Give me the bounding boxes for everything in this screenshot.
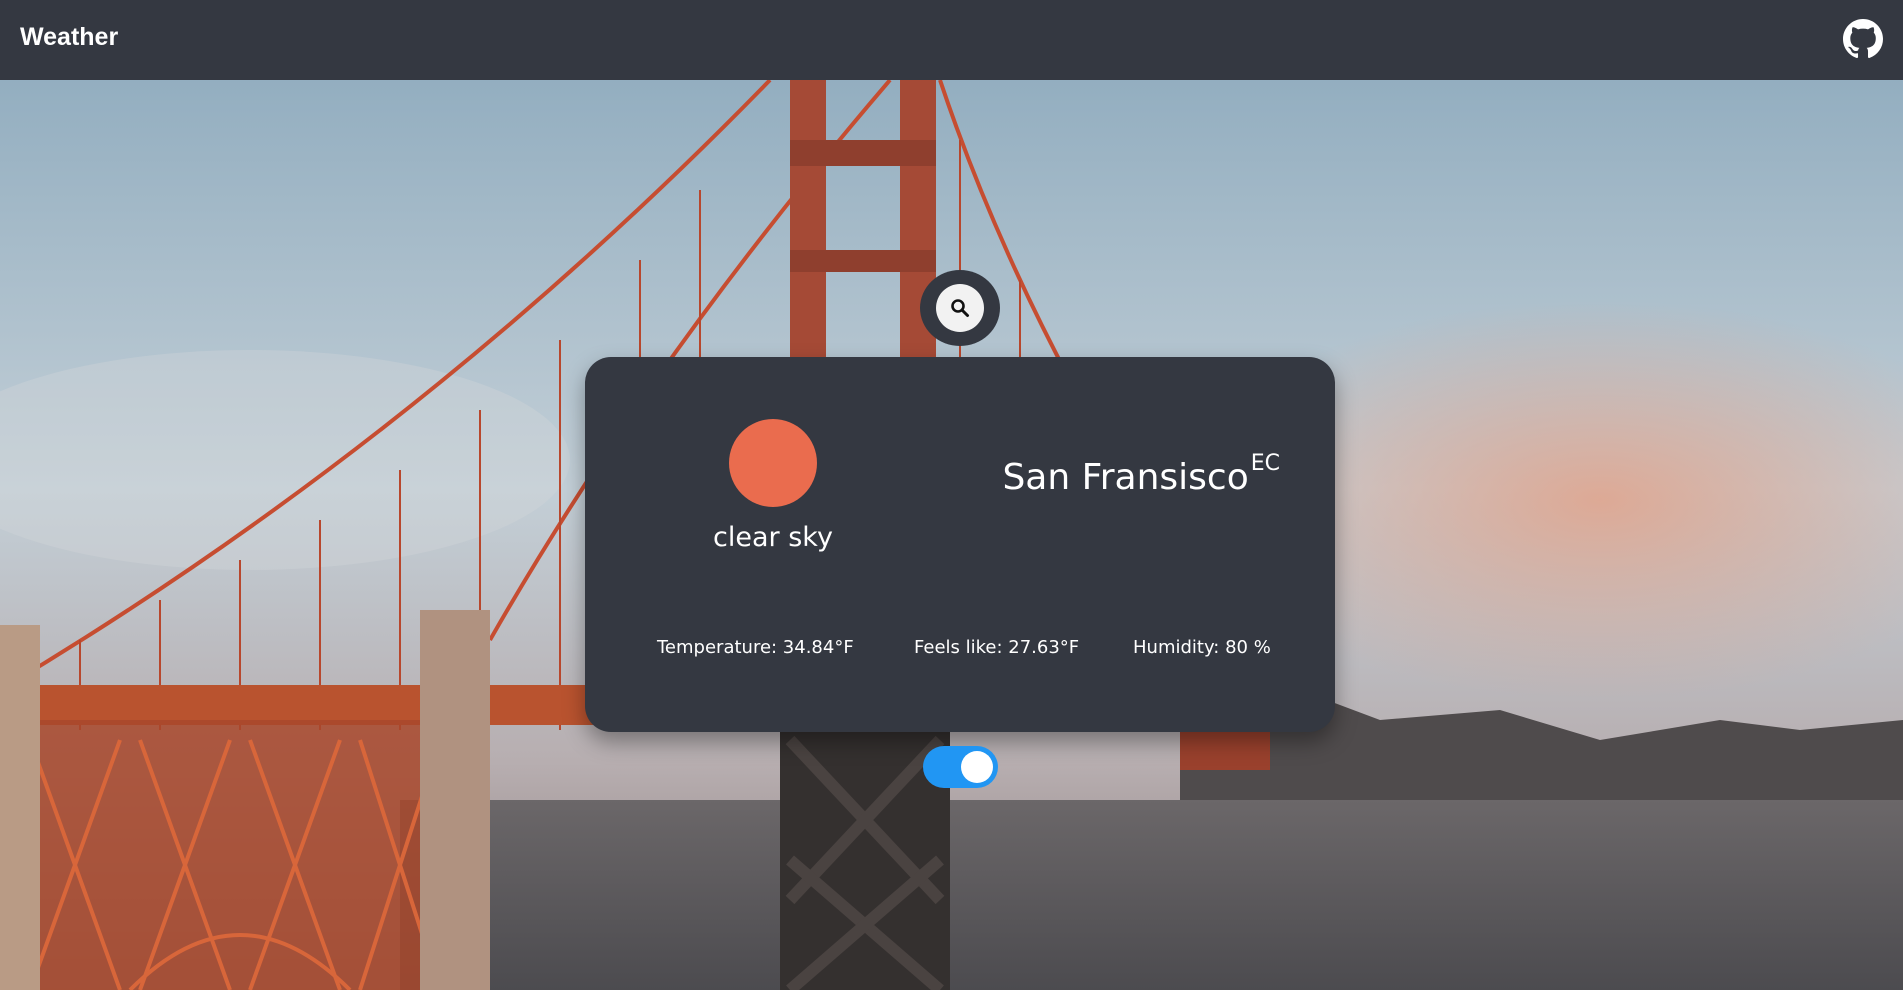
weather-card: clear sky San FransiscoEC Temperature: 3… bbox=[585, 357, 1335, 732]
search-icon bbox=[951, 299, 969, 317]
brand-title[interactable]: Weather bbox=[20, 23, 118, 52]
weather-condition-icon bbox=[729, 419, 817, 507]
github-icon[interactable] bbox=[1843, 19, 1883, 59]
temperature-value: Temperature: 34.84°F bbox=[657, 637, 854, 658]
humidity-value: Humidity: 80 % bbox=[1133, 637, 1271, 658]
navbar: Weather bbox=[0, 0, 1903, 80]
unit-toggle[interactable] bbox=[923, 746, 998, 788]
toggle-knob bbox=[961, 751, 993, 783]
city-label: San Fransisco bbox=[1002, 457, 1249, 498]
feels-like-value: Feels like: 27.63°F bbox=[914, 637, 1080, 658]
city-name: San FransiscoEC bbox=[1002, 451, 1280, 498]
country-code: EC bbox=[1250, 451, 1280, 476]
search-container bbox=[920, 270, 1000, 346]
search-button[interactable] bbox=[936, 284, 984, 332]
weather-description: clear sky bbox=[713, 522, 833, 553]
